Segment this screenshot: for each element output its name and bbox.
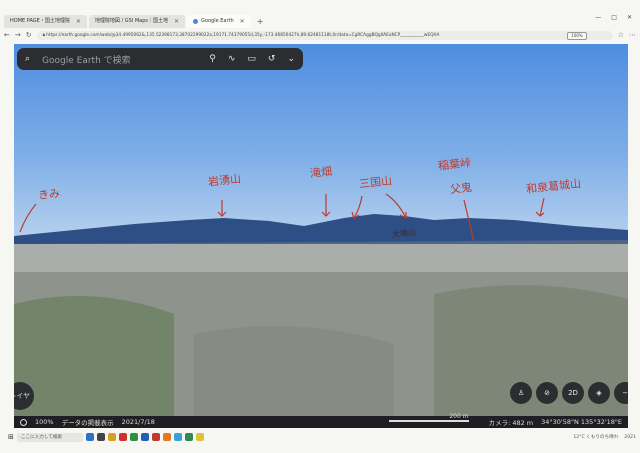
loading-ring-icon [20,418,27,426]
maximize-button[interactable]: □ [611,14,617,21]
address-bar[interactable]: 🔒︎ https://earth.google.com/web/@34.4995… [36,30,613,40]
app-icon[interactable] [140,433,149,441]
compass-off-icon[interactable]: ⊘ [536,382,558,404]
app-icon[interactable] [151,433,160,441]
reload-icon[interactable]: ↻ [26,31,32,39]
tab-bar: HOME PAGE・国土地理院 ✕ 地理院地図 / GSI Maps｜国土地 ✕ G… [4,14,636,28]
tab-label: HOME PAGE・国土地理院 [10,18,70,24]
pegman-icon[interactable]: ♙ [510,382,532,404]
new-tab-button[interactable]: + [253,15,268,28]
firefox-icon[interactable] [162,433,171,441]
annotation-label: 稲葉峠 [437,156,472,173]
app-icon[interactable] [85,433,94,441]
close-icon[interactable]: ✕ [76,15,81,28]
close-icon[interactable]: ✕ [240,15,245,28]
app-icon[interactable] [118,433,127,441]
annotation-label: 岩湧山 [207,172,242,189]
annotation-label: 三国山 [358,174,393,191]
history-icon[interactable]: ↺ [268,54,276,64]
data-attribution-link[interactable]: データの掲載表示 [62,417,114,427]
taskbar-search[interactable]: ここに入力して検索 [16,432,83,442]
coordinates: 34°30'58"N 135°32'18"E [541,418,622,426]
scale-label: 200 m [449,413,469,420]
app-icon[interactable] [173,433,182,441]
app-icon[interactable] [96,433,105,441]
folder-icon[interactable] [107,433,116,441]
star-icon[interactable]: ☆ [618,31,624,39]
compass-icon[interactable]: ◈ [588,382,610,404]
camera-altitude: カメラ: 482 m [488,419,534,427]
menu-icon[interactable]: ⋯ [629,31,636,39]
zoom-badge[interactable]: 100% [567,31,587,40]
close-window-button[interactable]: ✕ [627,14,632,21]
tab-gsi-maps[interactable]: 地理院地図 / GSI Maps｜国土地 ✕ [88,15,186,28]
app-icon[interactable] [195,433,204,441]
lock-icon: 🔒︎ [42,32,45,38]
close-icon[interactable]: ✕ [174,15,179,28]
window-controls: — □ ✕ [595,14,632,21]
2d-toggle-button[interactable]: 2D [562,382,584,404]
back-icon[interactable]: ← [4,31,10,39]
system-tray: 12°C くもりのち晴れ 2021 [573,434,636,441]
pin-icon[interactable]: ⚲ [209,54,216,64]
google-earth-icon [193,19,199,24]
app-icon[interactable] [184,433,193,441]
tab-label: Google Earth [201,18,234,24]
earth-view[interactable]: きみ 岩湧山 滝畑 三国山 稲葉峠 父鬼 犬鳴山 和泉葛城山 ⌕ Google … [14,44,628,416]
minimize-button[interactable]: — [595,14,601,21]
tab-gsi-home[interactable]: HOME PAGE・国土地理院 ✕ [4,15,87,28]
layer-label: レイヤ [14,392,30,400]
address-row: ← → ↻ 🔒︎ https://earth.google.com/web/@3… [4,29,636,41]
forward-icon[interactable]: → [15,31,21,39]
imagery-date: 2021/7/18 [121,418,155,426]
tab-label: 地理院地図 / GSI Maps｜国土地 [94,18,168,24]
annotation-label: きみ [37,186,61,203]
scanned-page: HOME PAGE・国土地理院 ✕ 地理院地図 / GSI Maps｜国土地 ✕ G… [0,0,640,453]
taskbar: ⊞ ここに入力して検索 12°C くもりのち晴れ 2021 [8,431,636,443]
search-input[interactable]: Google Earth で検索 [42,53,197,66]
scale-line [388,420,469,422]
status-zoom: 100% [35,418,54,426]
annotation-label: 父鬼 [449,180,473,197]
tab-google-earth[interactable]: Google Earth ✕ [187,15,251,28]
path-icon[interactable]: ∿ [228,54,236,64]
windows-start-icon[interactable]: ⊞ [8,433,14,441]
annotation-label: 滝畑 [309,164,333,181]
ruler-icon[interactable]: ▭ [247,54,256,64]
weather-text[interactable]: 12°C くもりのち晴れ [573,434,618,440]
chevron-down-icon[interactable]: ⌄ [287,54,295,64]
status-bar: 100% データの掲載表示 2021/7/18 200 m カメラ: 482 m… [14,413,628,428]
earth-search-bar: ⌕ Google Earth で検索 ⚲ ∿ ▭ ↺ ⌄ [17,48,303,70]
clock[interactable]: 2021 [624,435,636,440]
url-text: https://earth.google.com/web/@34.4995062… [46,32,440,38]
app-icon[interactable] [129,433,138,441]
search-icon[interactable]: ⌕ [25,54,30,64]
